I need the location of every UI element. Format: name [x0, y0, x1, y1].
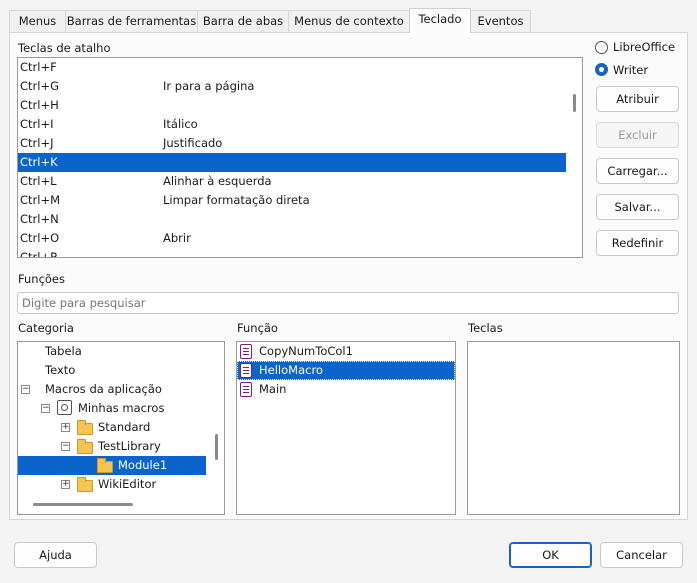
expand-standard-icon[interactable]: + — [61, 423, 70, 432]
shortcut-key: Ctrl+F — [20, 60, 57, 74]
shortcut-keys-label: Teclas de atalho — [18, 41, 111, 55]
shortcut-key: Ctrl+H — [20, 98, 59, 112]
tab-tabbar[interactable]: Barra de abas — [197, 10, 289, 32]
load-button[interactable]: Carregar... — [596, 158, 679, 184]
collapse-testlibrary-icon[interactable]: − — [61, 442, 70, 451]
collapse-app-macros-icon[interactable]: − — [21, 385, 30, 394]
tree-item-module1[interactable]: Module1 — [118, 456, 167, 475]
shortcut-keys-list[interactable]: Ctrl+F Ctrl+G Ir para a página Ctrl+H Ctrl+I… — [17, 57, 583, 258]
category-vertical-scrollbar[interactable] — [215, 434, 218, 460]
ok-button[interactable]: OK — [509, 542, 592, 568]
shortcut-key: Ctrl+N — [20, 212, 59, 226]
category-horizontal-scrollbar[interactable] — [33, 503, 133, 506]
folder-icon — [77, 420, 93, 435]
tree-item-my-macros[interactable]: Minhas macros — [78, 399, 164, 418]
shortcut-row[interactable]: Ctrl+K — [18, 153, 566, 172]
radio-writer-label[interactable]: Writer — [613, 63, 648, 77]
shortcut-key: Ctrl+O — [20, 231, 60, 245]
delete-button[interactable]: Excluir — [596, 122, 679, 148]
my-macros-icon — [57, 400, 72, 415]
radio-libreoffice-label[interactable]: LibreOffice — [613, 40, 675, 54]
shortcut-row[interactable]: Ctrl+O Abrir — [18, 229, 566, 248]
macro-icon — [240, 344, 252, 359]
shortcut-key: Ctrl+P — [20, 250, 58, 258]
macro-icon — [240, 382, 252, 397]
shortcut-function: Itálico — [163, 117, 198, 131]
shortcut-row[interactable]: Ctrl+J Justificado — [18, 134, 566, 153]
tab-events[interactable]: Eventos — [470, 10, 531, 32]
function-item-main[interactable]: Main — [259, 380, 286, 399]
expand-wikieditor-icon[interactable]: + — [61, 480, 70, 489]
shortcut-row[interactable]: Ctrl+M Limpar formatação direta — [18, 191, 566, 210]
shortcut-scrollbar[interactable] — [573, 94, 576, 112]
folder-icon — [97, 458, 113, 473]
tree-item-text[interactable]: Texto — [45, 361, 75, 380]
tree-item-testlibrary[interactable]: TestLibrary — [98, 437, 161, 456]
radio-libreoffice[interactable] — [595, 41, 608, 54]
tab-menus[interactable]: Menus — [9, 10, 66, 32]
category-label: Categoria — [18, 321, 74, 335]
shortcut-key: Ctrl+I — [20, 117, 54, 131]
function-item-copynumtocol1[interactable]: CopyNumToCol1 — [259, 342, 353, 361]
shortcut-function: Ir para a página — [163, 79, 255, 93]
radio-writer[interactable] — [595, 63, 608, 76]
shortcut-row[interactable]: Ctrl+N — [18, 210, 566, 229]
function-item-hellomacro[interactable]: HelloMacro — [259, 361, 323, 380]
cancel-button[interactable]: Cancelar — [600, 542, 683, 568]
macro-icon — [240, 363, 252, 378]
collapse-my-macros-icon[interactable]: − — [41, 404, 50, 413]
tree-item-wikieditor[interactable]: WikiEditor — [98, 475, 156, 494]
tab-keyboard[interactable]: Teclado — [409, 8, 471, 33]
shortcut-row[interactable]: Ctrl+G Ir para a página — [18, 77, 566, 96]
keys-list[interactable] — [467, 341, 680, 515]
shortcut-function: Justificado — [163, 136, 223, 150]
tab-toolbars[interactable]: Barras de ferramentas — [65, 10, 198, 32]
shortcut-key: Ctrl+G — [20, 79, 60, 93]
shortcut-key: Ctrl+L — [20, 174, 57, 188]
assign-button[interactable]: Atribuir — [596, 86, 679, 112]
shortcut-function: Alinhar à esquerda — [163, 174, 272, 188]
shortcut-key: Ctrl+J — [20, 136, 54, 150]
shortcut-function: Abrir — [163, 231, 191, 245]
function-list[interactable]: CopyNumToCol1 HelloMacro Main — [236, 341, 456, 515]
shortcut-function: Limpar formatação direta — [163, 193, 310, 207]
shortcut-row[interactable]: Ctrl+F — [18, 58, 566, 77]
tree-item-standard[interactable]: Standard — [98, 418, 150, 437]
function-label: Função — [237, 321, 278, 335]
shortcut-row[interactable]: Ctrl+L Alinhar à esquerda — [18, 172, 566, 191]
tree-item-app-macros[interactable]: Macros da aplicação — [45, 380, 162, 399]
keys-label: Teclas — [468, 321, 503, 335]
reset-button[interactable]: Redefinir — [596, 230, 679, 256]
folder-icon — [77, 477, 93, 492]
functions-label: Funções — [18, 272, 65, 286]
help-button[interactable]: Ajuda — [14, 542, 97, 568]
shortcut-key: Ctrl+K — [20, 155, 58, 169]
shortcut-key: Ctrl+M — [20, 193, 61, 207]
functions-search-input[interactable] — [17, 292, 679, 314]
category-tree[interactable]: Tabela Texto − Macros da aplicação − Min… — [17, 341, 225, 515]
tab-context-menus[interactable]: Menus de contexto — [288, 10, 410, 32]
save-button[interactable]: Salvar... — [596, 194, 679, 220]
shortcut-row[interactable]: Ctrl+P — [18, 248, 566, 258]
folder-icon — [77, 439, 93, 454]
tree-item-table[interactable]: Tabela — [45, 342, 82, 361]
shortcut-row[interactable]: Ctrl+H — [18, 96, 566, 115]
shortcut-row[interactable]: Ctrl+I Itálico — [18, 115, 566, 134]
